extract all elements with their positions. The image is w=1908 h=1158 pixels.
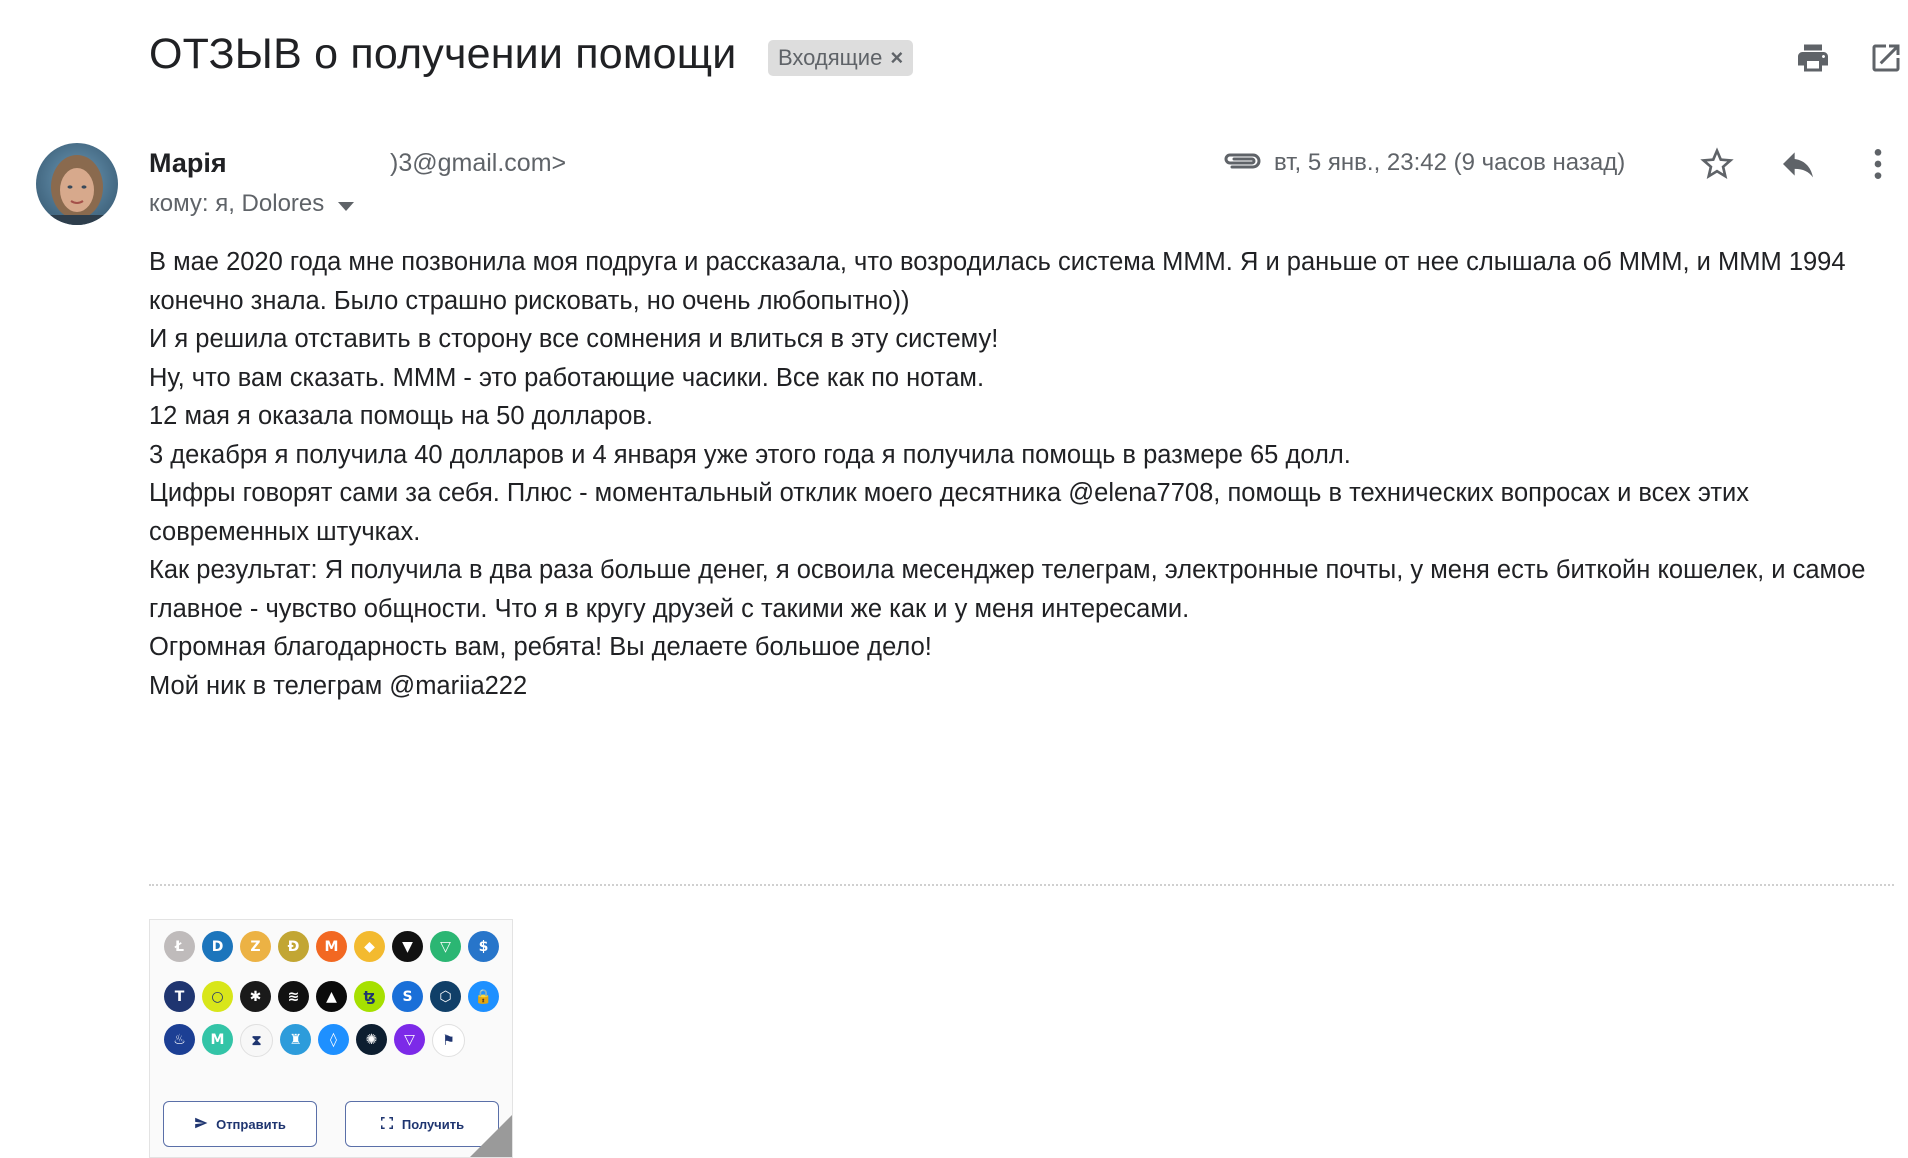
more-options-icon[interactable]	[1858, 144, 1898, 184]
litecoin-icon: Ł	[164, 931, 195, 962]
page-curl-corner	[470, 1115, 512, 1157]
zcash-icon: Z	[240, 931, 271, 962]
tron-icon: ▼	[392, 931, 423, 962]
body-paragraph: И я решила отставить в сторону все сомне…	[149, 325, 999, 353]
remove-label-icon[interactable]: ×	[890, 45, 903, 71]
email-date: вт, 5 янв., 23:42 (9 часов назад)	[1274, 149, 1626, 176]
body-paragraph: Как результат: Я получила в два раза бол…	[149, 556, 1866, 623]
chevron-down-icon	[338, 201, 355, 211]
send-icon	[194, 1116, 208, 1133]
send-button[interactable]: Отправить	[163, 1101, 317, 1147]
body-paragraph: Мой ник в телеграм @mariia222	[149, 671, 528, 700]
body-paragraph: Огромная благодарность вам, ребята! Вы д…	[149, 633, 932, 661]
attachment-thumbnail[interactable]: Ł D Z Ð M ◆ ▼ ▽ $ T ○ ✱ ≋ ▲ ꜩ S ⬡ 🔒 ♨ M ⧗ ♜ ◊ ✺ ▽ ⚑ Отправить П…	[149, 919, 513, 1158]
recipients-text: кому: я, Dolores	[149, 190, 325, 217]
sender-avatar[interactable]	[36, 143, 118, 225]
dash-icon: D	[202, 931, 233, 962]
tether-icon: T	[164, 981, 195, 1012]
paperclip-icon	[1222, 146, 1262, 176]
email-subject: ОТЗЫВ о получении помощи	[149, 30, 737, 78]
body-paragraph: 3 декабря я получила 40 долларов и 4 янв…	[149, 440, 1351, 469]
cardano-icon: ✺	[356, 1024, 387, 1055]
body-paragraph: 12 мая я оказала помощь на 50 долларов.	[149, 402, 654, 430]
email-body: В мае 2020 года мне позвонила моя подруг…	[149, 243, 1889, 705]
crypto-com-icon: ⬡	[430, 981, 461, 1012]
coin-row: Ł D Z Ð M ◆ ▼ ▽ $	[164, 931, 499, 962]
sender-name: Марія	[149, 148, 227, 178]
body-paragraph: Ну, что вам сказать. МММ - это работающи…	[149, 363, 985, 392]
print-icon[interactable]	[1795, 40, 1831, 76]
ravencoin-icon: ✱	[240, 981, 271, 1012]
eos-icon: ▲	[316, 981, 347, 1012]
castle-coin-icon: ♜	[280, 1024, 311, 1055]
lock-coin-icon: 🔒	[468, 981, 499, 1012]
m-coin-icon: M	[202, 1024, 233, 1055]
swipe-icon: S	[392, 981, 423, 1012]
flame-coin-icon: ♨	[164, 1024, 195, 1055]
coin-row: T ○ ✱ ≋ ▲ ꜩ S ⬡ 🔒	[164, 981, 499, 1012]
shield-coin-icon: ◊	[318, 1024, 349, 1055]
recipients-dropdown[interactable]: кому: я, Dolores	[149, 190, 355, 218]
receive-button-label: Получить	[401, 1116, 465, 1132]
open-in-new-window-icon[interactable]	[1868, 40, 1904, 76]
inbox-label-chip[interactable]: Входящие ×	[768, 40, 914, 76]
hourglass-icon: ⧗	[240, 1024, 273, 1057]
flag-coin-icon: ⚑	[432, 1024, 465, 1057]
body-paragraph: Цифры говорят сами за себя. Плюс - момен…	[149, 479, 1749, 546]
reply-icon[interactable]	[1778, 144, 1818, 184]
coin-row: ♨ M ⧗ ♜ ◊ ✺ ▽ ⚑	[164, 1024, 465, 1057]
tezos-icon: ꜩ	[354, 981, 385, 1012]
label-text: Входящие	[778, 45, 883, 70]
stellar-icon: ≋	[278, 981, 309, 1012]
binance-icon: ◆	[354, 931, 385, 962]
sender-email: )3@gmail.com>	[390, 149, 567, 177]
triangle-coin-icon: ▽	[394, 1024, 425, 1055]
yellow-coin-icon: ○	[202, 981, 233, 1012]
body-paragraph: В мае 2020 года мне позвонила моя подруг…	[149, 248, 1846, 315]
send-button-label: Отправить	[216, 1116, 286, 1132]
dogecoin-icon: Ð	[278, 931, 309, 962]
usdc-icon: $	[468, 931, 499, 962]
scan-icon	[380, 1116, 394, 1133]
monero-icon: M	[316, 931, 347, 962]
star-icon[interactable]	[1697, 144, 1737, 184]
attachments-divider	[149, 884, 1894, 886]
tron-green-icon: ▽	[430, 931, 461, 962]
